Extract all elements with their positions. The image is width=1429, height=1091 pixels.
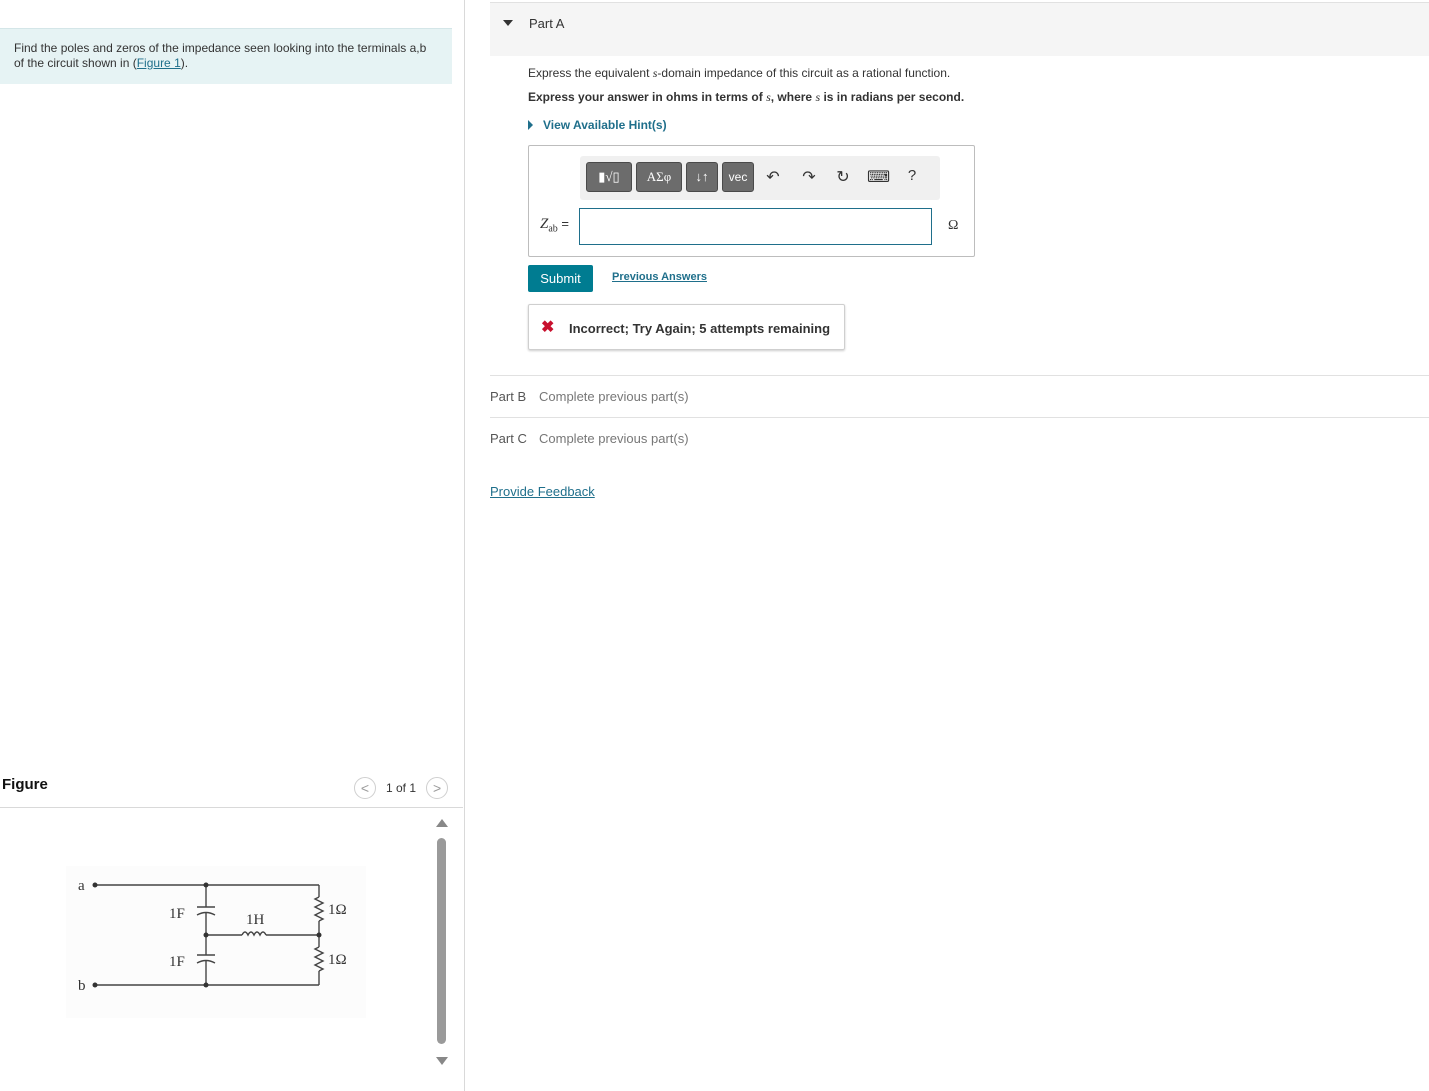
answer-format-instruction: Express your answer in ohms in terms of … [528, 90, 964, 105]
feedback-text: Incorrect; Try Again; 5 attempts remaini… [569, 321, 831, 336]
undo-icon[interactable]: ↶ [762, 167, 784, 187]
format-text-end: is in radians per second. [820, 90, 965, 104]
scroll-up-arrow-icon[interactable] [436, 819, 448, 827]
inductor-label: 1H [246, 912, 265, 928]
previous-figure-button[interactable]: < [354, 777, 376, 799]
hints-label: View Available Hint(s) [543, 118, 667, 132]
figure-divider [0, 807, 463, 808]
math-toolbar: ▮√▯ ΑΣφ ↓↑ vec ↶ ↷ ↻ ⌨ ? [580, 156, 940, 200]
unit-label: Ω [948, 218, 959, 233]
answer-label-equals: = [557, 216, 570, 231]
templates-button[interactable]: ▮√▯ [586, 162, 632, 192]
figure-link[interactable]: Figure 1 [137, 56, 181, 70]
caret-right-icon [528, 120, 533, 130]
circuit-diagram: a b 1F 1F 1H 1Ω 1Ω [66, 866, 366, 1018]
feedback-message: ✖ Incorrect; Try Again; 5 attempts remai… [528, 304, 845, 350]
problem-statement: Find the poles and zeros of the impedanc… [0, 28, 452, 84]
caret-down-icon [503, 20, 513, 26]
part-b-status: Complete previous part(s) [539, 389, 689, 404]
pane-divider [464, 0, 465, 1091]
help-icon[interactable]: ? [901, 167, 923, 184]
part-c-title: Part C [490, 431, 527, 446]
scroll-down-arrow-icon[interactable] [436, 1057, 448, 1065]
format-text-middle: , where [770, 90, 816, 104]
redo-icon[interactable]: ↷ [798, 167, 820, 187]
next-figure-button[interactable]: > [426, 777, 449, 799]
part-c-row: Part C Complete previous part(s) [490, 417, 1429, 460]
problem-text-end: ). [180, 56, 189, 70]
error-x-icon: ✖ [541, 319, 555, 336]
chevron-right-icon: > [432, 780, 442, 796]
submit-button[interactable]: Submit [528, 265, 593, 292]
problem-text: Find the poles and zeros of the impedanc… [14, 41, 427, 70]
part-a-title: Part A [529, 16, 565, 31]
part-b-title: Part B [490, 389, 527, 404]
answer-label-subscript: ab [548, 223, 558, 235]
instruction-text-end: -domain impedance of this circuit as a r… [657, 66, 951, 80]
terminal-b-label: b [78, 978, 86, 994]
resistor-bottom-label: 1Ω [328, 952, 347, 968]
answer-label: Zab = [540, 216, 569, 235]
part-c-status: Complete previous part(s) [539, 431, 689, 446]
reset-icon[interactable]: ↻ [832, 167, 854, 187]
capacitor-top-label: 1F [169, 906, 185, 922]
terminal-a-label: a [78, 878, 85, 894]
answer-entry-panel: ▮√▯ ΑΣφ ↓↑ vec ↶ ↷ ↻ ⌨ ? Zab = Ω [528, 145, 975, 257]
instruction-text-start: Express the equivalent [528, 66, 653, 80]
provide-feedback-link[interactable]: Provide Feedback [490, 484, 595, 499]
part-a-header[interactable]: Part A [490, 2, 1429, 56]
keyboard-icon[interactable]: ⌨ [867, 167, 890, 187]
vector-button[interactable]: vec [722, 162, 754, 192]
chevron-left-icon: < [360, 780, 370, 796]
instruction-text: Express the equivalent s-domain impedanc… [528, 66, 950, 81]
resistor-top-label: 1Ω [328, 902, 347, 918]
subscript-superscript-button[interactable]: ↓↑ [686, 162, 718, 192]
view-hints-toggle[interactable]: View Available Hint(s) [528, 118, 667, 132]
capacitor-bottom-label: 1F [169, 954, 185, 970]
format-text-start: Express your answer in ohms in terms of [528, 90, 767, 104]
previous-answers-link[interactable]: Previous Answers [612, 271, 707, 283]
answer-input[interactable] [579, 208, 932, 245]
part-b-row: Part B Complete previous part(s) [490, 375, 1429, 418]
figure-counter: 1 of 1 [386, 781, 417, 795]
greek-symbols-button[interactable]: ΑΣφ [636, 162, 682, 192]
scrollbar-thumb[interactable] [437, 838, 446, 1044]
figure-pager: < 1 of 1 > [354, 776, 449, 800]
figure-title: Figure [2, 776, 48, 793]
